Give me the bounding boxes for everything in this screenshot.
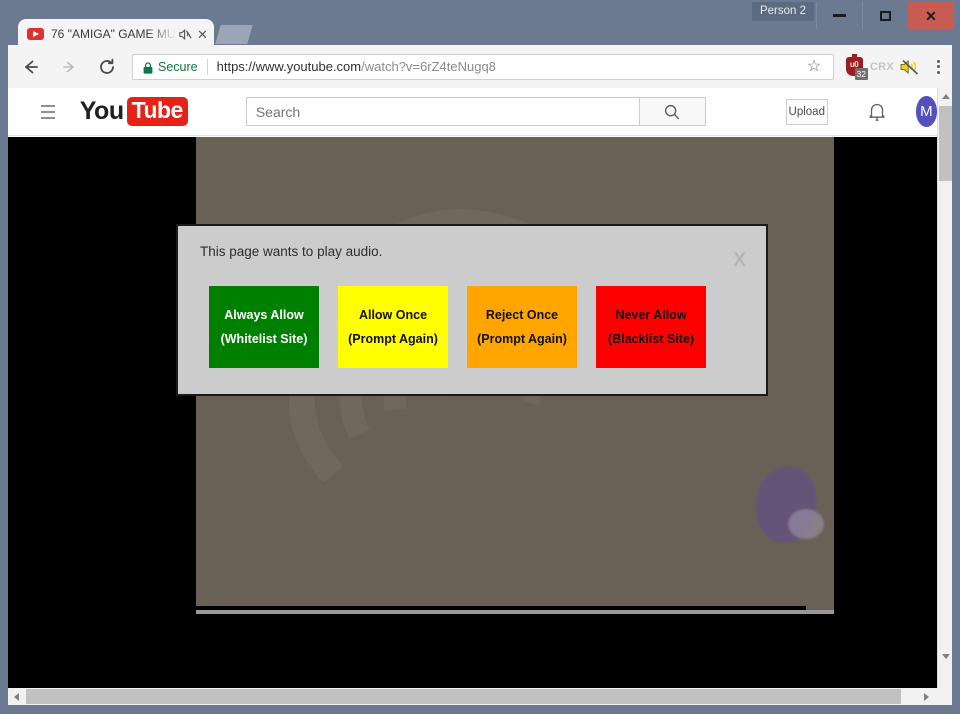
ublock-origin-extension-button[interactable]: u0 32 [840, 52, 868, 82]
never-allow-button[interactable]: Never Allow (Blacklist Site) [596, 286, 706, 368]
reload-icon [97, 57, 117, 77]
back-button[interactable] [16, 52, 46, 82]
reject-once-button[interactable]: Reject Once (Prompt Again) [467, 286, 577, 368]
video-player[interactable] [8, 137, 937, 688]
search-button[interactable] [640, 97, 706, 126]
scrollbar-corner [935, 688, 952, 705]
hamburger-menu-icon[interactable] [41, 105, 55, 119]
logo-tube-text: Tube [127, 97, 188, 126]
notifications-bell-icon[interactable] [866, 100, 888, 124]
youtube-logo[interactable]: You Tube [80, 97, 188, 126]
back-arrow-icon [21, 57, 41, 77]
menu-dot [937, 71, 940, 74]
player-control-bar[interactable] [196, 610, 834, 614]
always-allow-button[interactable]: Always Allow (Whitelist Site) [209, 286, 319, 368]
button-label-line2: (Prompt Again) [477, 327, 567, 351]
tab-strip: 76 "AMIGA" GAME MUSIC TUNES - NEARLY 6 H… [0, 14, 960, 49]
browser-window: Person 2 ✕ 76 "AMIGA" GAME MUSIC TUNES -… [0, 0, 960, 714]
menu-dot [937, 65, 940, 68]
search-area [246, 97, 706, 126]
omnibox-divider [207, 59, 208, 75]
browser-toolbar: Secure https://www.youtube.com/watch?v=6… [8, 45, 952, 88]
menu-dot [937, 60, 940, 63]
youtube-masthead: You Tube Upload [8, 88, 937, 136]
crx-extension-button[interactable]: CRX [868, 52, 896, 82]
avatar[interactable]: M [916, 96, 937, 127]
button-label-line2: (Whitelist Site) [221, 327, 308, 351]
dialog-close-icon[interactable]: X [733, 251, 746, 270]
avatar-initial: M [920, 103, 933, 120]
video-artwork-blob [788, 509, 824, 539]
url-text: https://www.youtube.com/watch?v=6rZ4teNu… [217, 59, 803, 74]
tab-close-icon[interactable]: ✕ [195, 27, 210, 42]
new-tab-button[interactable] [215, 25, 252, 44]
dialog-message: This page wants to play audio. [200, 244, 382, 259]
upload-label: Upload [789, 106, 825, 118]
button-label-line1: Reject Once [486, 303, 558, 327]
page-viewport: You Tube Upload [8, 88, 952, 688]
upload-button[interactable]: Upload [786, 99, 828, 125]
browser-menu-button[interactable] [924, 52, 952, 82]
audio-muted-icon[interactable] [178, 27, 193, 42]
horizontal-scrollbar[interactable] [8, 688, 952, 705]
bookmark-star-icon[interactable]: ☆ [803, 56, 825, 78]
scroll-right-arrow-icon[interactable] [918, 688, 935, 705]
url-host: https://www.youtube.com [217, 59, 362, 74]
button-label-line1: Allow Once [359, 303, 427, 327]
button-label-line2: (Blacklist Site) [608, 327, 694, 351]
audio-permission-dialog: This page wants to play audio. X Always … [176, 224, 768, 396]
secure-label: Secure [158, 60, 198, 74]
extension-badge-count: 32 [855, 68, 868, 80]
button-label-line1: Always Allow [224, 303, 303, 327]
forward-arrow-icon [59, 57, 79, 77]
reload-button[interactable] [92, 52, 122, 82]
page-audio-muted-icon [899, 57, 921, 77]
button-label-line2: (Prompt Again) [348, 327, 438, 351]
scroll-up-arrow-icon[interactable] [938, 88, 952, 104]
vertical-scrollbar[interactable] [937, 88, 952, 688]
youtube-favicon-icon [27, 28, 44, 40]
scroll-left-arrow-icon[interactable] [8, 688, 25, 705]
crx-icon: CRX [870, 61, 894, 73]
player-progress-bar[interactable] [196, 606, 806, 610]
button-label-line1: Never Allow [615, 303, 686, 327]
forward-button [54, 52, 84, 82]
lock-icon [143, 61, 153, 73]
dialog-button-row: Always Allow (Whitelist Site) Allow Once… [209, 286, 706, 368]
scroll-down-arrow-icon[interactable] [938, 648, 952, 664]
search-icon [663, 103, 681, 121]
vertical-scrollbar-thumb[interactable] [939, 106, 952, 181]
address-bar[interactable]: Secure https://www.youtube.com/watch?v=6… [132, 54, 834, 80]
logo-you-text: You [80, 97, 124, 126]
horizontal-scrollbar-thumb[interactable] [26, 689, 901, 704]
search-input[interactable] [246, 97, 640, 126]
allow-once-button[interactable]: Allow Once (Prompt Again) [338, 286, 448, 368]
tab-title: 76 "AMIGA" GAME MUSIC TUNES - NEARLY 6 H… [51, 27, 176, 41]
page-audio-muted-button[interactable] [896, 52, 924, 82]
url-path: /watch?v=6rZ4teNugq8 [361, 59, 496, 74]
